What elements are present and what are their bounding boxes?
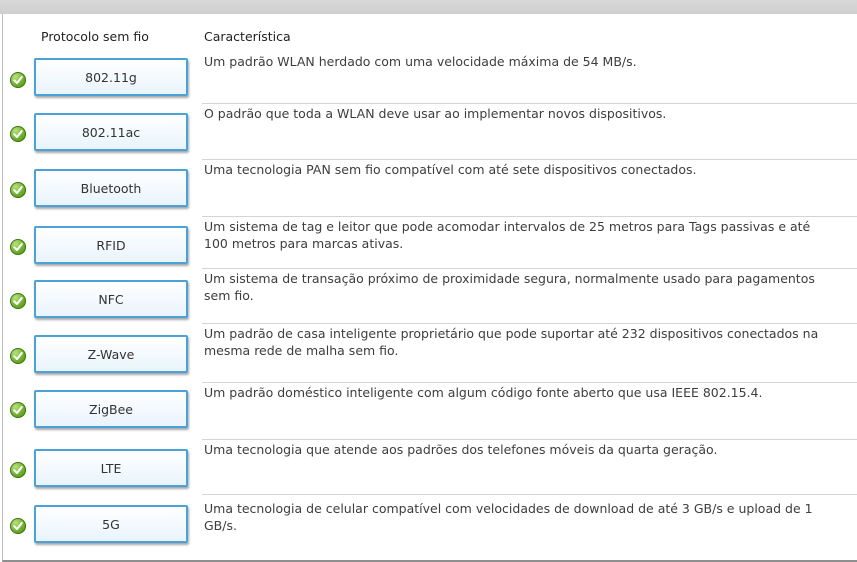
check-icon [10,72,26,88]
protocol-card[interactable]: Z-Wave [34,335,188,373]
characteristic-text: Um padrão de casa inteligente proprietár… [204,326,819,358]
check-icon [10,293,26,309]
matching-panel: Protocolo sem fio Característica 802.11g… [2,14,857,562]
table-row: RFID Um sistema de tag e leitor que pode… [3,217,857,269]
protocol-card[interactable]: NFC [34,280,188,318]
table-row: 802.11ac O padrão que toda a WLAN deve u… [3,104,857,160]
characteristic-text: Um padrão doméstico inteligente com algu… [204,385,763,400]
check-icon [10,462,26,478]
characteristic-text: Uma tecnologia de celular compatível com… [204,501,813,533]
table-header: Protocolo sem fio Característica [3,14,857,52]
protocol-card[interactable]: LTE [34,449,188,487]
characteristic-text: Um sistema de tag e leitor que pode acom… [204,219,811,251]
check-icon [10,126,26,142]
characteristic-text: O padrão que toda a WLAN deve usar ao im… [204,106,667,121]
top-bar [0,0,857,14]
check-icon [10,182,26,198]
protocol-column-header: Protocolo sem fio [41,29,149,44]
table-row: 5G Uma tecnologia de celular compatível … [3,495,857,558]
characteristic-text: Uma tecnologia PAN sem fio compatível co… [204,162,697,177]
check-icon [10,518,26,534]
protocol-card[interactable]: Bluetooth [34,169,188,207]
characteristic-text: Uma tecnologia que atende aos padrões do… [204,442,718,457]
table-row: NFC Um sistema de transação próximo de p… [3,269,857,324]
check-icon [10,348,26,364]
table-row: Bluetooth Uma tecnologia PAN sem fio com… [3,160,857,217]
protocol-card[interactable]: 802.11ac [34,113,188,151]
protocol-card[interactable]: ZigBee [34,390,188,428]
check-icon [10,239,26,255]
table-row: ZigBee Um padrão doméstico inteligente c… [3,383,857,440]
characteristic-text: Um sistema de transação próximo de proxi… [204,271,815,303]
protocol-card[interactable]: 5G [34,505,188,543]
table-row: Z-Wave Um padrão de casa inteligente pro… [3,324,857,383]
protocol-card[interactable]: RFID [34,226,188,264]
characteristic-column-header: Característica [204,29,291,44]
table-row: LTE Uma tecnologia que atende aos padrõe… [3,440,857,495]
table-row: 802.11g Um padrão WLAN herdado com uma v… [3,52,857,104]
protocol-card[interactable]: 802.11g [34,58,188,96]
check-icon [10,402,26,418]
characteristic-text: Um padrão WLAN herdado com uma velocidad… [204,54,637,69]
